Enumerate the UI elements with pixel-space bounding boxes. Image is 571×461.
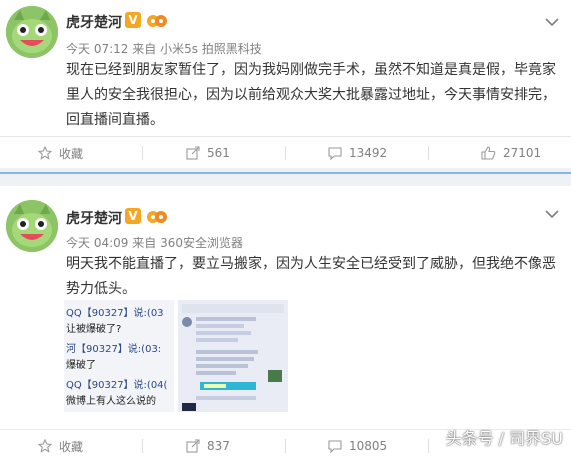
post-source[interactable]: 360安全浏览器: [160, 236, 243, 250]
avatar[interactable]: [6, 200, 58, 252]
verified-badge-icon: V: [125, 12, 141, 28]
comment-icon: [328, 440, 342, 453]
thumbs-up-icon: [481, 146, 496, 160]
post-time[interactable]: 今天 04:09: [66, 236, 128, 250]
favorite-button[interactable]: 收藏: [38, 430, 83, 461]
comment-count: 10805: [349, 439, 388, 453]
repost-count: 561: [207, 146, 230, 160]
divider: [285, 146, 286, 160]
comment-count: 13492: [349, 146, 388, 160]
repost-button[interactable]: 837: [186, 430, 230, 461]
repost-icon: [186, 439, 200, 453]
divider: [142, 146, 143, 160]
repost-count: 837: [207, 439, 230, 453]
feed-divider: [0, 168, 571, 186]
chat-line: 河【90327】说:(03:: [66, 344, 162, 355]
chat-line: QQ【90327】说:(04(: [66, 380, 168, 391]
chat-line: QQ【90327】说:(03: [66, 308, 164, 319]
chat-line: 让被爆破了?: [66, 324, 122, 335]
comment-button[interactable]: 13492: [328, 137, 387, 169]
like-count: 27101: [503, 146, 542, 160]
divider: [142, 439, 143, 453]
comment-icon: [328, 147, 342, 160]
attached-image-screenshot[interactable]: [178, 300, 288, 412]
medal-icon: [147, 12, 167, 28]
watermark: 头条号 / 司界SU: [445, 429, 563, 448]
favorite-button[interactable]: 收藏: [38, 137, 83, 169]
medal-icon: [147, 208, 167, 224]
divider: [428, 146, 429, 160]
post-text: 现在已经到朋友家暂住了，因为我妈刚做完手术，虽然不知道是真是假，毕竟家里人的安全…: [66, 62, 556, 128]
username[interactable]: 虎牙楚河: [66, 12, 122, 32]
repost-button[interactable]: 561: [186, 137, 230, 169]
favorite-label: 收藏: [59, 439, 84, 454]
weibo-post-2: 虎牙楚河 V 今天 04:09 来自 360安全浏览器 明天我不能直播了，要立马…: [0, 186, 571, 461]
divider: [428, 439, 429, 453]
attached-image-chat-log[interactable]: QQ【90327】说:(03 让被爆破了? 河【90327】说:(03: 爆破了…: [64, 300, 174, 412]
weibo-post-1: 虎牙楚河 V 今天 07:12 来自 小米5s 拍照黑科技 现在已经到朋友家暂住…: [0, 0, 571, 168]
chat-line: 微博上有人这么说的: [66, 396, 156, 407]
comment-button[interactable]: 10805: [328, 430, 387, 461]
post-source[interactable]: 小米5s 拍照黑科技: [160, 42, 262, 56]
avatar[interactable]: [6, 6, 58, 58]
verified-badge-icon: V: [125, 208, 141, 224]
source-prefix: 来自: [132, 236, 157, 250]
favorite-label: 收藏: [59, 146, 84, 161]
source-prefix: 来自: [132, 42, 157, 56]
post-meta: 今天 04:09 来自 360安全浏览器: [66, 234, 243, 251]
star-icon: [38, 439, 52, 453]
action-bar: 收藏 561 13492 27101: [0, 136, 571, 168]
divider: [285, 439, 286, 453]
repost-icon: [186, 146, 200, 160]
post-meta: 今天 07:12 来自 小米5s 拍照黑科技: [66, 40, 262, 57]
username[interactable]: 虎牙楚河: [66, 208, 122, 228]
post-time[interactable]: 今天 07:12: [66, 42, 128, 56]
like-button[interactable]: 27101: [481, 137, 541, 169]
star-icon: [38, 146, 52, 160]
chevron-down-icon[interactable]: [545, 12, 559, 27]
chat-line: 爆破了: [66, 360, 96, 371]
post-text: 明天我不能直播了，要立马搬家，因为人生安全已经受到了威胁，但我绝不像恶势力低头。: [66, 256, 556, 297]
chevron-down-icon[interactable]: [545, 204, 559, 219]
